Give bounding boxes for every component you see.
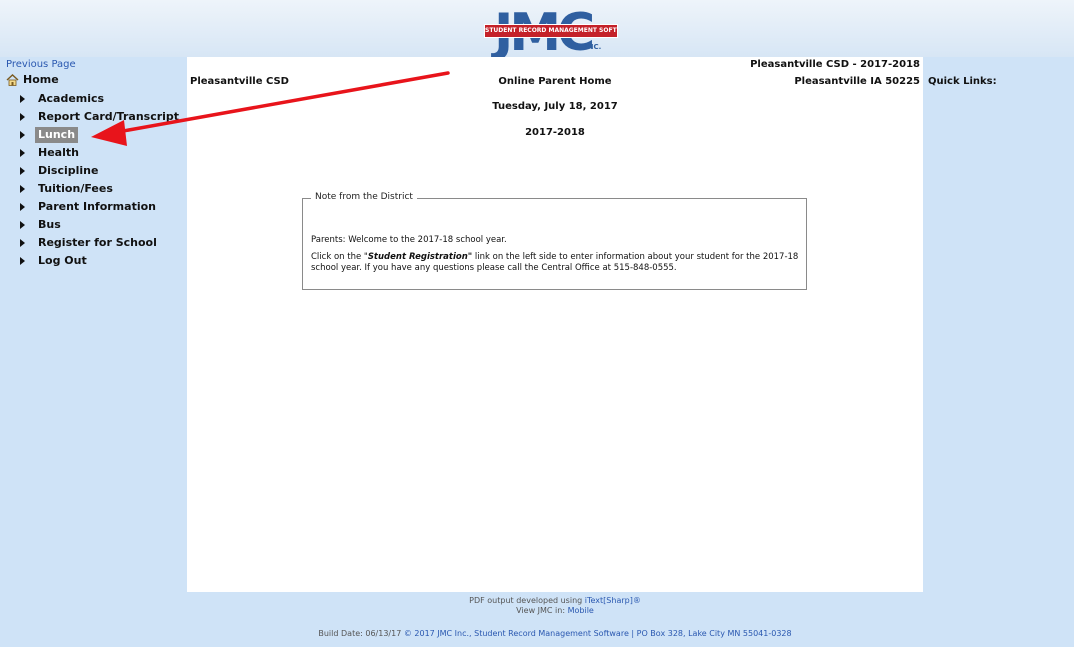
note-welcome-text: Parents: Welcome to the 2017-18 school y… (311, 235, 507, 245)
current-date: Tuesday, July 18, 2017 (492, 101, 618, 112)
triangle-right-icon (20, 221, 25, 229)
sidebar-item-label: Report Card/Transcript (38, 110, 180, 123)
sidebar-item-register-for-school[interactable]: Register for School (20, 234, 182, 252)
triangle-right-icon (20, 149, 25, 157)
mobile-link[interactable]: Mobile (568, 606, 594, 615)
sidebar-item-log-out[interactable]: Log Out (20, 252, 182, 270)
home-icon (6, 73, 19, 86)
triangle-right-icon (20, 113, 25, 121)
note-instructions-text: Click on the "Student Registration" link… (311, 252, 803, 274)
sidebar-item-label: Lunch (35, 127, 79, 143)
note-legend: Note from the District (311, 192, 417, 202)
home-label: Home (23, 73, 59, 86)
sidebar-item-discipline[interactable]: Discipline (20, 162, 182, 180)
triangle-right-icon (20, 257, 25, 265)
sidebar-item-parent-information[interactable]: Parent Information (20, 198, 182, 216)
copyright-link[interactable]: © 2017 JMC Inc., Student Record Manageme… (404, 629, 792, 638)
sidebar-item-tuition-fees[interactable]: Tuition/Fees (20, 180, 182, 198)
view-mode: View JMC in: Mobile (187, 606, 923, 616)
main-panel: Pleasantville CSD Online Parent Home Tue… (187, 57, 923, 592)
sidebar-item-label: Health (38, 146, 79, 159)
jmc-logo: JMC STUDENT RECORD MANAGEMENT SOFTWARE I… (482, 3, 622, 59)
logo-inc: INC. (585, 43, 602, 51)
sidebar-item-lunch[interactable]: Lunch (20, 126, 182, 144)
district-location: Pleasantville IA 50225 (794, 76, 920, 87)
logo-banner: STUDENT RECORD MANAGEMENT SOFTWARE (484, 24, 618, 38)
pdf-credit-text: PDF output developed using (469, 596, 585, 605)
sidebar-item-label: Register for School (38, 236, 157, 249)
school-year: 2017-2018 (525, 127, 585, 138)
sidebar-item-health[interactable]: Health (20, 144, 182, 162)
sidebar-item-bus[interactable]: Bus (20, 216, 182, 234)
sidebar-item-label: Bus (38, 218, 61, 231)
footer-build: Build Date: 06/13/17 © 2017 JMC Inc., St… (187, 629, 923, 638)
sidebar-item-label: Parent Information (38, 200, 156, 213)
sidebar-item-report-card[interactable]: Report Card/Transcript (20, 108, 182, 126)
triangle-right-icon (20, 185, 25, 193)
district-note-box: Note from the District Parents: Welcome … (302, 192, 807, 290)
view-mode-text: View JMC in: (516, 606, 568, 615)
quick-links-heading: Quick Links: (928, 76, 997, 87)
triangle-right-icon (20, 167, 25, 175)
note-text-start: Click on the " (311, 252, 368, 262)
sidebar-item-label: Log Out (38, 254, 87, 267)
sidebar-item-label: Tuition/Fees (38, 182, 113, 195)
build-date-text: Build Date: 06/13/17 (318, 629, 404, 638)
triangle-right-icon (20, 203, 25, 211)
previous-page-link[interactable]: Previous Page (6, 59, 76, 70)
sidebar-item-label: Academics (38, 92, 105, 105)
sidebar-item-label: Discipline (38, 164, 99, 177)
note-emphasis: Student Registration" (367, 252, 473, 262)
pdf-credit: PDF output developed using iText[Sharp]® (187, 596, 923, 606)
home-link[interactable]: Home (6, 73, 59, 86)
itextsharp-link[interactable]: iText[Sharp]® (585, 596, 641, 605)
triangle-right-icon (20, 95, 25, 103)
header-band: JMC STUDENT RECORD MANAGEMENT SOFTWARE I… (0, 0, 1074, 59)
triangle-right-icon (20, 131, 25, 139)
footer-info: PDF output developed using iText[Sharp]®… (187, 596, 923, 616)
sidebar-nav: Academics Report Card/Transcript Lunch H… (20, 90, 182, 270)
district-year-label: Pleasantville CSD - 2017-2018 (750, 59, 920, 70)
triangle-right-icon (20, 239, 25, 247)
sidebar-item-academics[interactable]: Academics (20, 90, 182, 108)
